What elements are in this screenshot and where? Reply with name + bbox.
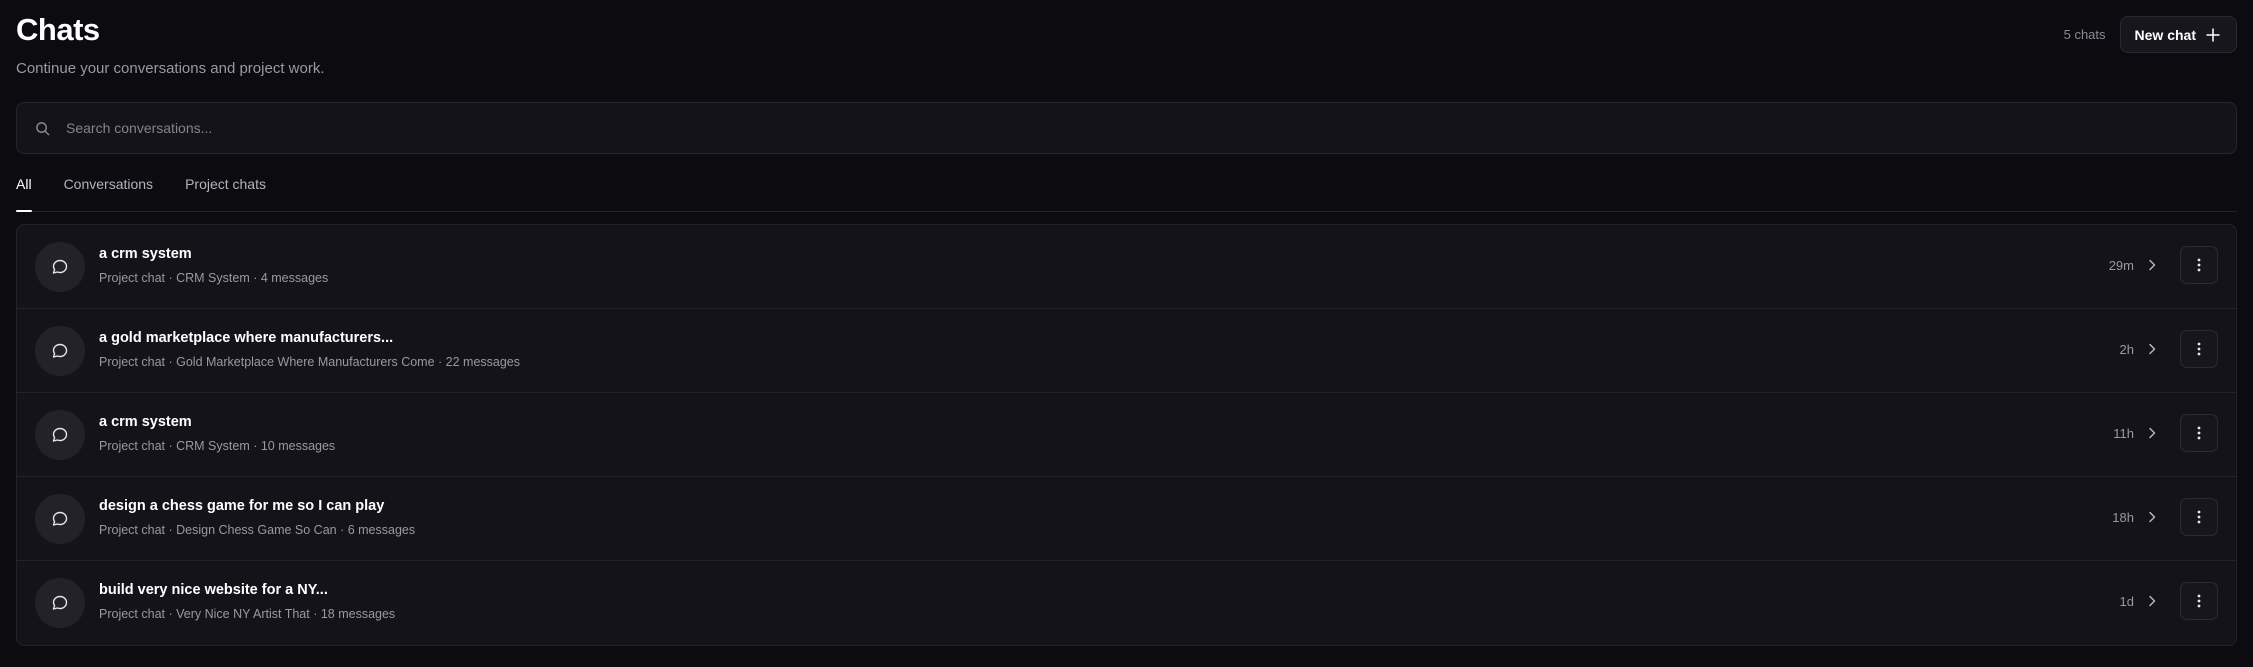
chat-meta: Project chat · CRM System · 4 messages bbox=[99, 271, 329, 285]
chat-list-item[interactable]: a gold marketplace where manufacturers..… bbox=[17, 309, 2236, 393]
chat-list-item[interactable]: build very nice website for a NY... Proj… bbox=[17, 561, 2236, 645]
chat-title: build very nice website for a NY... bbox=[99, 582, 328, 598]
page-title: Chats bbox=[16, 12, 100, 47]
chat-list-item[interactable]: a crm system Project chat · CRM System ·… bbox=[17, 393, 2236, 477]
chat-timestamp: 29m bbox=[2108, 257, 2134, 273]
chat-bubble-icon bbox=[52, 595, 68, 610]
tab-all[interactable]: All bbox=[16, 168, 32, 212]
chevron-right-icon[interactable] bbox=[2148, 343, 2156, 355]
plus-icon bbox=[2206, 27, 2220, 42]
more-options-button[interactable] bbox=[2180, 498, 2218, 536]
chat-bubble-icon bbox=[52, 343, 68, 358]
chat-avatar bbox=[35, 578, 85, 628]
chat-list-item[interactable]: design a chess game for me so I can play… bbox=[17, 477, 2236, 561]
chat-title: a crm system bbox=[99, 414, 192, 430]
chat-list: a crm system Project chat · CRM System ·… bbox=[16, 224, 2237, 646]
chats-page: Chats Continue your conversations and pr… bbox=[0, 0, 2253, 667]
filter-tabs: All Conversations Project chats bbox=[16, 168, 2237, 212]
chat-timestamp: 11h bbox=[2113, 425, 2134, 441]
chat-bubble-icon bbox=[52, 427, 68, 442]
page-subtitle: Continue your conversations and project … bbox=[16, 60, 325, 77]
chat-avatar bbox=[35, 494, 85, 544]
chat-avatar bbox=[35, 242, 85, 292]
more-options-button[interactable] bbox=[2180, 582, 2218, 620]
chat-timestamp: 2h bbox=[2119, 341, 2134, 357]
search-input[interactable] bbox=[66, 103, 2236, 153]
more-options-button[interactable] bbox=[2180, 330, 2218, 368]
search-icon bbox=[36, 121, 50, 135]
chat-meta: Project chat · Very Nice NY Artist That … bbox=[99, 607, 396, 621]
chat-timestamp: 18h bbox=[2112, 509, 2134, 525]
chat-list-item[interactable]: a crm system Project chat · CRM System ·… bbox=[17, 225, 2236, 309]
chevron-right-icon[interactable] bbox=[2148, 595, 2156, 607]
chevron-right-icon[interactable] bbox=[2148, 511, 2156, 523]
more-vertical-icon bbox=[2197, 510, 2201, 524]
more-options-button[interactable] bbox=[2180, 414, 2218, 452]
tab-project-chats[interactable]: Project chats bbox=[185, 168, 266, 211]
chat-title: a gold marketplace where manufacturers..… bbox=[99, 330, 394, 346]
more-options-button[interactable] bbox=[2180, 246, 2218, 284]
more-vertical-icon bbox=[2197, 594, 2201, 608]
tab-conversations[interactable]: Conversations bbox=[64, 168, 154, 211]
chat-meta: Project chat · Design Chess Game So Can … bbox=[99, 523, 416, 537]
search-bar[interactable] bbox=[16, 102, 2237, 154]
header-actions: 5 chats New chat bbox=[2064, 16, 2237, 53]
page-header: Chats Continue your conversations and pr… bbox=[16, 0, 2237, 100]
new-chat-label: New chat bbox=[2134, 26, 2196, 43]
chat-avatar bbox=[35, 326, 85, 376]
chat-avatar bbox=[35, 410, 85, 460]
chat-timestamp: 1d bbox=[2119, 593, 2134, 609]
chat-meta: Project chat · Gold Marketplace Where Ma… bbox=[99, 355, 521, 369]
more-vertical-icon bbox=[2197, 426, 2201, 440]
chat-title: a crm system bbox=[99, 246, 192, 262]
chat-bubble-icon bbox=[52, 511, 68, 526]
chat-bubble-icon bbox=[52, 259, 68, 274]
more-vertical-icon bbox=[2197, 342, 2201, 356]
chevron-right-icon[interactable] bbox=[2148, 259, 2156, 271]
chat-count: 5 chats bbox=[2063, 27, 2106, 42]
chat-meta: Project chat · CRM System · 10 messages bbox=[99, 439, 336, 453]
more-vertical-icon bbox=[2197, 258, 2201, 272]
chat-title: design a chess game for me so I can play bbox=[99, 498, 385, 514]
new-chat-button[interactable]: New chat bbox=[2119, 16, 2237, 53]
chevron-right-icon[interactable] bbox=[2148, 427, 2156, 439]
